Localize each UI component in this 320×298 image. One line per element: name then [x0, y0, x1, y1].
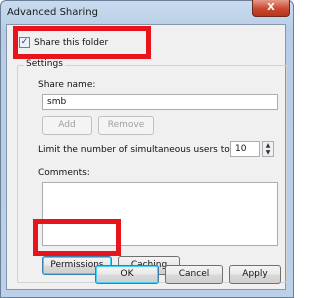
comments-label: Comments: — [38, 168, 90, 178]
cancel-button[interactable]: Cancel — [165, 265, 223, 284]
share-name-label: Share name: — [38, 80, 96, 90]
title-bar: Advanced Sharing — [1, 1, 293, 25]
limit-users-input[interactable]: 10 — [230, 141, 260, 157]
close-button[interactable]: X — [252, 0, 290, 17]
window-title: Advanced Sharing — [7, 7, 98, 18]
ok-button[interactable]: OK — [95, 265, 159, 284]
apply-button[interactable]: Apply — [229, 265, 281, 284]
limit-users-spinner[interactable]: ▲ ▼ — [262, 141, 274, 157]
close-icon: X — [267, 2, 275, 13]
remove-button[interactable]: Remove — [98, 116, 154, 135]
spin-up-icon[interactable]: ▲ — [263, 142, 273, 149]
permissions-highlight — [33, 219, 121, 256]
settings-group-label: Settings — [24, 59, 65, 69]
share-folder-highlight — [13, 26, 151, 59]
spin-down-icon[interactable]: ▼ — [263, 149, 273, 156]
share-name-input[interactable]: smb — [42, 94, 278, 110]
limit-users-label: Limit the number of simultaneous users t… — [38, 145, 233, 155]
add-button[interactable]: Add — [42, 116, 92, 135]
